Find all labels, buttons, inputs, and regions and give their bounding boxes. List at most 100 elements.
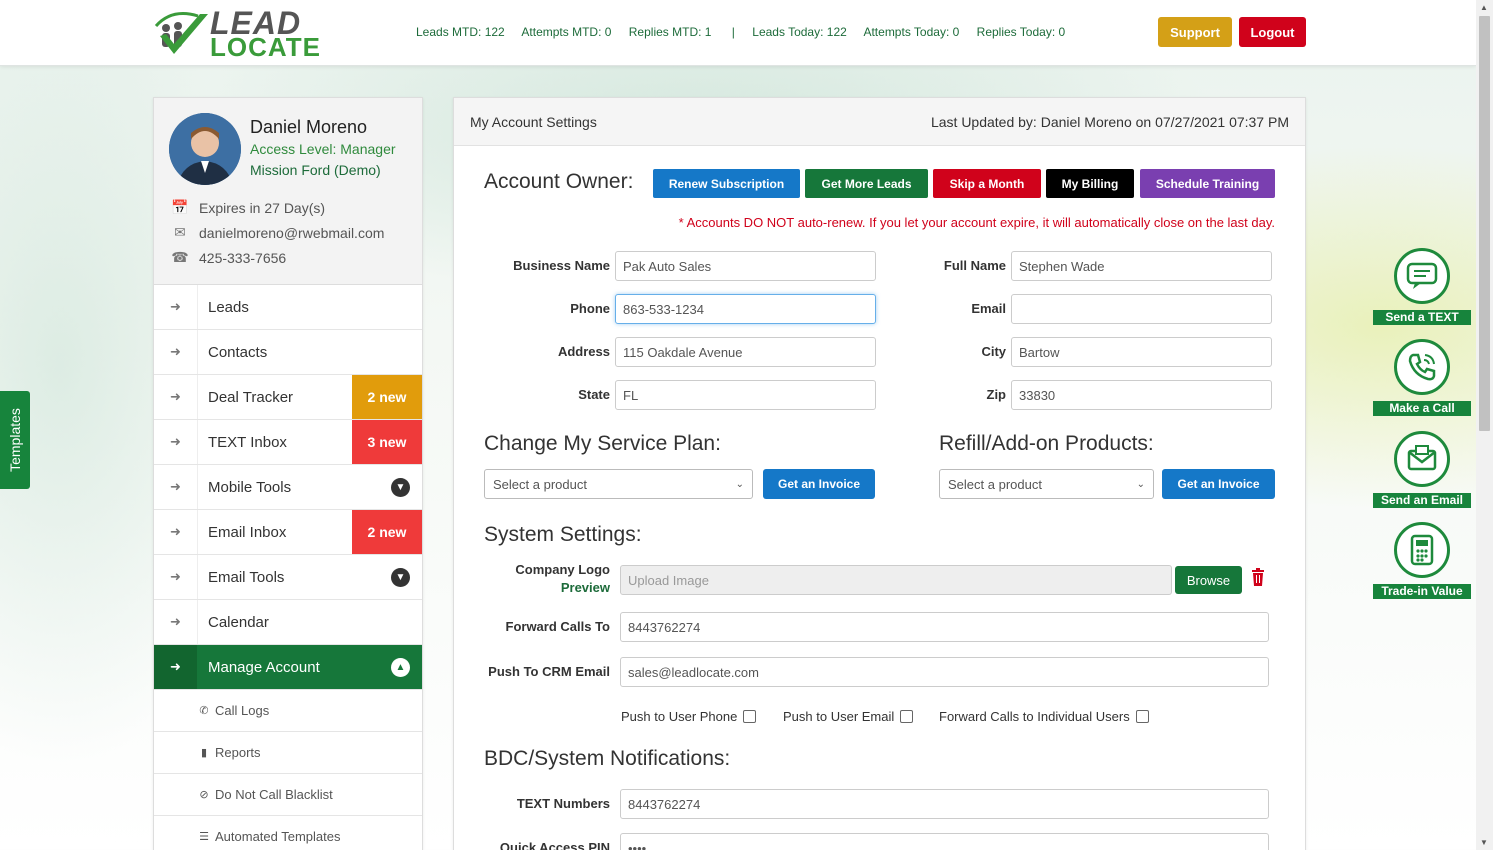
sidebar-subitem-do-not-call[interactable]: ⊘ Do Not Call Blacklist — [154, 774, 422, 816]
phone-field[interactable]: 863-533-1234 — [615, 294, 876, 324]
sidebar-item-text-inbox[interactable]: ➜ TEXT Inbox 3 new — [154, 420, 422, 465]
schedule-training-button[interactable]: Schedule Training — [1140, 169, 1275, 198]
profile-phone: ☎ 425-333-7656 — [169, 249, 286, 266]
state-field[interactable]: FL — [615, 380, 876, 410]
sidebar-item-label: Manage Account — [208, 658, 320, 676]
email-label: Email — [971, 301, 1006, 316]
sidebar-item-manage-account[interactable]: ➜ Manage Account ▲ — [154, 645, 422, 690]
city-label: City — [981, 344, 1006, 359]
profile-email: ✉ danielmoreno@rwebmail.com — [169, 224, 384, 241]
refill-product-select[interactable]: Select a product ⌄ — [939, 469, 1154, 499]
email-field[interactable] — [1011, 294, 1272, 324]
logout-button[interactable]: Logout — [1239, 17, 1306, 47]
sidebar: Daniel Moreno Access Level: Manager Miss… — [153, 97, 423, 850]
full-name-field[interactable]: Stephen Wade — [1011, 251, 1272, 281]
quick-pin-field[interactable]: •••• — [620, 833, 1269, 850]
sidebar-item-contacts[interactable]: ➜ Contacts — [154, 330, 422, 375]
sidebar-item-calendar[interactable]: ➜ Calendar — [154, 600, 422, 645]
quick-pin-label: Quick Access PIN — [499, 840, 610, 850]
chevron-down-icon[interactable]: ▼ — [391, 478, 410, 497]
city-field[interactable]: Bartow — [1011, 337, 1272, 367]
skip-a-month-button[interactable]: Skip a Month — [933, 169, 1041, 198]
checkbox-box[interactable] — [1135, 710, 1149, 723]
lead-locate-logo[interactable]: LEAD LOCATE — [152, 6, 322, 60]
avatar[interactable] — [169, 113, 241, 185]
sidebar-item-label: Email Inbox — [208, 523, 287, 541]
panel-header: My Account Settings Last Updated by: Dan… — [454, 98, 1305, 146]
send-email-action[interactable]: Send an Email — [1373, 431, 1471, 508]
service-plan-select[interactable]: Select a product ⌄ — [484, 469, 753, 499]
scroll-thumb[interactable] — [1479, 16, 1490, 431]
logo-text-locate: LOCATE — [210, 32, 321, 62]
refill-invoice-button[interactable]: Get an Invoice — [1162, 469, 1275, 499]
sign-in-icon: ➜ — [154, 555, 198, 599]
sidebar-subitem-label: Do Not Call Blacklist — [215, 787, 333, 802]
browse-button[interactable]: Browse — [1175, 566, 1242, 594]
auto-renew-note: * Accounts DO NOT auto-renew. If you let… — [678, 215, 1275, 230]
profile-expires: 📅 Expires in 27 Day(s) — [169, 199, 325, 216]
new-count-badge[interactable]: 2 new — [352, 375, 422, 419]
zip-field[interactable]: 33830 — [1011, 380, 1272, 410]
calendar-icon: 📅 — [171, 199, 189, 215]
email-icon — [1394, 431, 1450, 487]
sign-in-icon: ➜ — [154, 645, 198, 689]
forward-calls-field[interactable]: 8443762274 — [620, 612, 1269, 642]
stats-bar: Leads MTD: 122 Attempts MTD: 0 Replies M… — [416, 25, 1079, 39]
scroll-up-arrow-icon[interactable]: ▲ — [1480, 3, 1488, 12]
push-crm-field[interactable]: sales@leadlocate.com — [620, 657, 1269, 687]
profile-name: Daniel Moreno — [250, 117, 368, 137]
sidebar-subitem-label: Automated Templates — [215, 829, 341, 844]
templates-tab[interactable]: Templates — [0, 391, 30, 489]
service-plan-invoice-button[interactable]: Get an Invoice — [763, 469, 875, 499]
checkbox-label: Push to User Phone — [621, 709, 738, 724]
sidebar-item-leads[interactable]: ➜ Leads — [154, 285, 422, 330]
new-count-badge[interactable]: 2 new — [352, 510, 422, 554]
list-icon: ☰ — [199, 831, 209, 843]
address-field[interactable]: 115 Oakdale Avenue — [615, 337, 876, 367]
checkbox-box[interactable] — [743, 710, 757, 723]
profile-card: Daniel Moreno Access Level: Manager Miss… — [154, 98, 422, 285]
send-email-label: Send an Email — [1373, 493, 1471, 508]
sidebar-item-deal-tracker[interactable]: ➜ Deal Tracker 2 new — [154, 375, 422, 420]
chevron-down-icon[interactable]: ▼ — [391, 568, 410, 587]
trash-icon[interactable] — [1251, 568, 1265, 589]
sidebar-item-email-inbox[interactable]: ➜ Email Inbox 2 new — [154, 510, 422, 555]
envelope-icon: ✉ — [174, 224, 186, 240]
sign-in-icon: ➜ — [154, 330, 198, 374]
panel-title: My Account Settings — [470, 114, 597, 130]
sidebar-subitem-label: Reports — [215, 745, 261, 760]
new-count-badge[interactable]: 3 new — [352, 420, 422, 464]
stat-replies-mtd: Replies MTD: 1 — [628, 25, 712, 39]
get-more-leads-button[interactable]: Get More Leads — [805, 169, 928, 198]
make-call-action[interactable]: Make a Call — [1373, 339, 1471, 416]
sidebar-subitem-call-logs[interactable]: ✆ Call Logs — [154, 690, 422, 732]
upload-image-field[interactable]: Upload Image — [620, 565, 1172, 595]
sign-in-icon: ➜ — [154, 465, 198, 509]
templates-tab-label: Templates — [7, 408, 23, 472]
checkbox-box[interactable] — [900, 710, 914, 723]
trade-in-value-action[interactable]: Trade-in Value — [1373, 522, 1471, 599]
scroll-down-arrow-icon[interactable]: ▼ — [1480, 838, 1488, 847]
renew-subscription-button[interactable]: Renew Subscription — [653, 169, 800, 198]
sidebar-item-email-tools[interactable]: ➜ Email Tools ▼ — [154, 555, 422, 600]
send-text-action[interactable]: Send a TEXT — [1373, 248, 1471, 325]
sidebar-item-mobile-tools[interactable]: ➜ Mobile Tools ▼ — [154, 465, 422, 510]
push-to-user-phone-checkbox[interactable]: Push to User Phone — [621, 709, 757, 724]
text-numbers-field[interactable]: 8443762274 — [620, 789, 1269, 819]
chevron-up-icon[interactable]: ▲ — [391, 658, 410, 677]
forward-individual-users-checkbox[interactable]: Forward Calls to Individual Users — [939, 709, 1149, 724]
business-name-field[interactable]: Pak Auto Sales — [615, 251, 876, 281]
expires-text: Expires in 27 Day(s) — [199, 199, 326, 216]
logo-preview-link[interactable]: Preview — [484, 580, 610, 595]
stat-replies-today: Replies Today: 0 — [976, 25, 1066, 39]
sidebar-subitem-automated-templates[interactable]: ☰ Automated Templates — [154, 816, 422, 850]
support-button[interactable]: Support — [1158, 17, 1232, 47]
business-name-label: Business Name — [513, 258, 610, 273]
sidebar-subitem-reports[interactable]: ▮ Reports — [154, 732, 422, 774]
push-to-user-email-checkbox[interactable]: Push to User Email — [783, 709, 914, 724]
company-logo-label: Company Logo — [515, 562, 610, 577]
sign-in-icon: ➜ — [154, 510, 198, 554]
my-billing-button[interactable]: My Billing — [1046, 169, 1134, 198]
send-text-label: Send a TEXT — [1373, 310, 1471, 325]
page-scrollbar[interactable]: ▲ ▼ — [1476, 0, 1493, 850]
